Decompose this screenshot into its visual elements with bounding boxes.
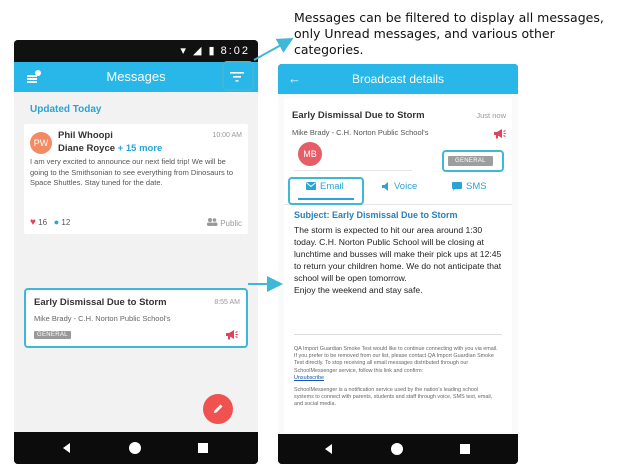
comment-count: 12 [61, 218, 71, 227]
broadcast-content: Early Dismissal Due to Storm Just now Mi… [278, 94, 518, 464]
tab-email[interactable]: Email [306, 181, 344, 192]
tab-sms[interactable]: SMS [452, 181, 487, 192]
footer-about: SchoolMessenger is a notification servic… [294, 387, 493, 408]
home-nav-icon[interactable] [390, 442, 404, 456]
annotation-line-2: only Unread messages, and various other … [294, 26, 555, 57]
speaker-icon [382, 181, 388, 191]
annotation-line-1: Messages can be filtered to display all … [294, 10, 604, 25]
footer-notice-text: QA Import Guardian Smoke Test would like… [294, 346, 498, 374]
status-icons: ▾ ◢ ▮ 8:02 [180, 45, 250, 57]
active-tab-indicator [298, 198, 354, 200]
category-badge: GENERAL [448, 156, 493, 166]
group-icon [206, 218, 218, 226]
recents-nav-icon[interactable] [458, 442, 472, 456]
divider [294, 170, 412, 171]
message-time: 10:00 AM [212, 132, 242, 139]
tab-email-label: Email [320, 181, 344, 192]
avatar: PW [30, 132, 52, 154]
visibility-indicator: Public [206, 217, 242, 228]
email-footer: QA Import Guardian Smoke Test would like… [294, 346, 498, 414]
annotation-text: Messages can be filtered to display all … [294, 10, 620, 58]
message-card[interactable]: PW Phil Whoopi Diane Royce + 15 more 10:… [24, 124, 248, 234]
more-recipients-link[interactable]: + 15 more [118, 143, 163, 154]
section-label-updated-today: Updated Today [30, 104, 102, 115]
messages-list: Updated Today PW Phil Whoopi Diane Royce… [14, 92, 258, 432]
broadcast-card: Early Dismissal Due to Storm Just now Mi… [284, 98, 512, 432]
status-time: 8:02 [220, 45, 250, 57]
email-body-closing: Enjoy the weekend and stay safe. [294, 285, 423, 295]
comment-icon[interactable]: ● [54, 217, 59, 227]
footer-unsubscribe-notice: QA Import Guardian Smoke Test would like… [294, 346, 498, 382]
android-nav-bar [14, 432, 258, 464]
visibility-label: Public [220, 219, 242, 228]
back-nav-icon[interactable] [322, 442, 336, 456]
compose-button[interactable] [203, 394, 233, 424]
page-title: Broadcast details [351, 72, 445, 86]
email-body: The storm is expected to hit our area ar… [294, 224, 506, 296]
broadcast-title: Early Dismissal Due to Storm [292, 110, 425, 121]
back-nav-icon[interactable] [60, 441, 74, 455]
android-nav-bar [278, 434, 518, 464]
category-badge: GENERAL [34, 331, 71, 339]
broadcast-sender: Mike Brady - C.H. Norton Public School's [292, 128, 429, 137]
megaphone-icon [493, 126, 506, 144]
megaphone-icon [225, 327, 238, 345]
tab-voice[interactable]: Voice [382, 181, 417, 192]
filter-callout-arrow [253, 38, 294, 61]
avatar: MB [298, 142, 322, 166]
message-sender: Mike Brady - C.H. Norton Public School's [34, 314, 171, 323]
message-card-early-dismissal[interactable]: Early Dismissal Due to Storm 8:55 AM Mik… [24, 288, 248, 348]
broadcast-app-bar: ← Broadcast details [278, 64, 518, 94]
like-count: 16 [38, 218, 48, 227]
category-highlight: GENERAL [442, 150, 504, 172]
tab-sms-label: SMS [466, 181, 487, 192]
recents-nav-icon[interactable] [196, 441, 210, 455]
message-time: 8:55 AM [214, 299, 240, 306]
divider [294, 334, 502, 335]
pencil-icon [214, 404, 223, 413]
message-footer: ♥ 16 ● 12 Public [30, 217, 242, 229]
chat-bubble-icon [452, 181, 462, 191]
channel-tabs: Email Voice SMS [284, 175, 512, 205]
heart-icon[interactable]: ♥ [30, 217, 36, 228]
tab-voice-label: Voice [394, 181, 418, 192]
sender-name: Phil Whoopi [58, 130, 113, 141]
email-body-paragraph: The storm is expected to hit our area ar… [294, 225, 502, 283]
status-bar: ▾ ◢ ▮ 8:02 [14, 40, 258, 62]
messages-phone-screen: ▾ ◢ ▮ 8:02 Messages Updated Today PW Phil… [14, 40, 258, 464]
messages-app-bar: Messages [14, 61, 258, 92]
message-title: Early Dismissal Due to Storm [34, 297, 167, 308]
broadcast-details-phone-screen: ← Broadcast details Early Dismissal Due … [278, 64, 518, 464]
message-body: I am very excited to announce our next f… [30, 157, 234, 187]
filter-highlight [222, 61, 254, 91]
recipient-names: Diane Royce + 15 more [58, 143, 162, 154]
recipient-name: Diane Royce [58, 143, 116, 154]
broadcast-time: Just now [476, 111, 506, 120]
unsubscribe-link[interactable]: Unsubscribe [294, 375, 324, 381]
email-subject: Subject: Early Dismissal Due to Storm [294, 210, 458, 220]
home-nav-icon[interactable] [128, 441, 142, 455]
envelope-icon [306, 182, 316, 191]
